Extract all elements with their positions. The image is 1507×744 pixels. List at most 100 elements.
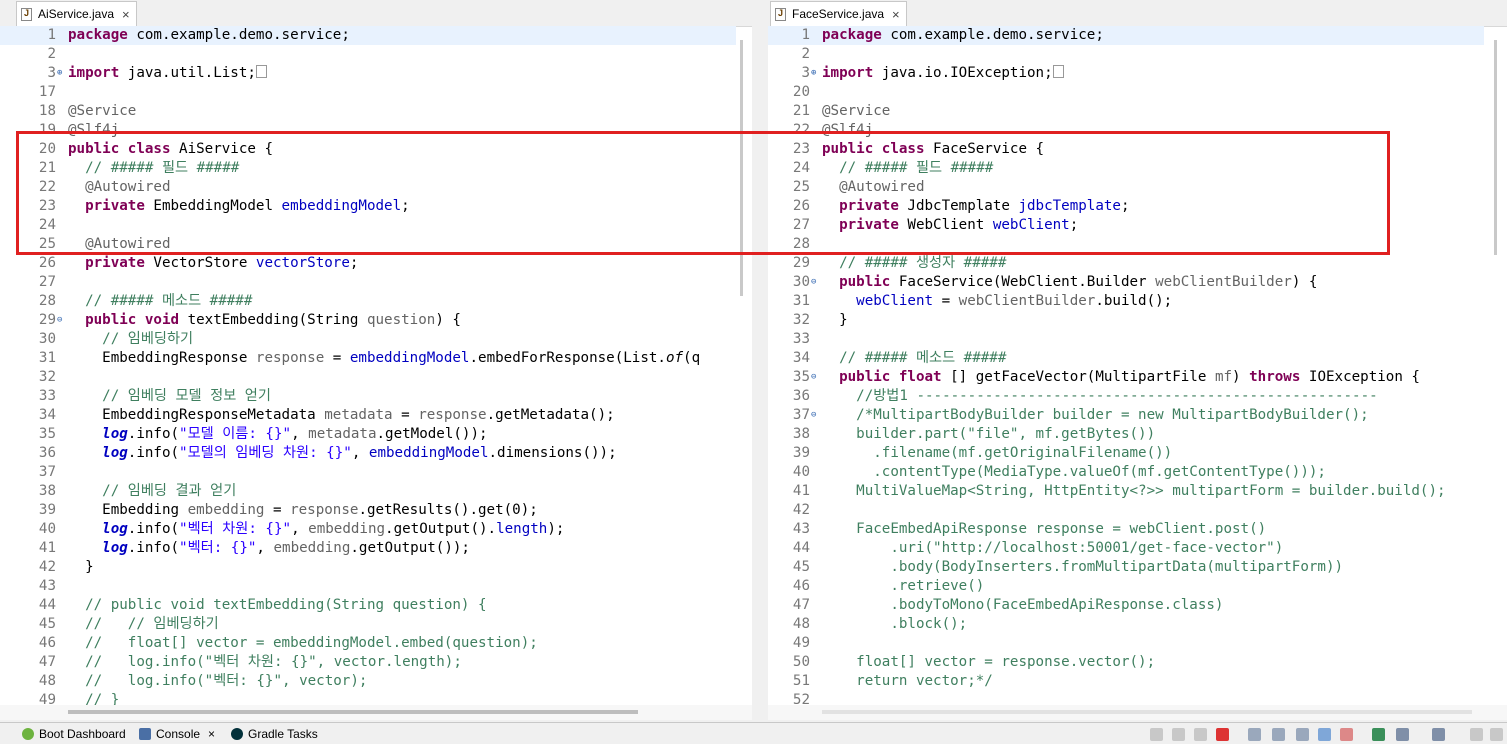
code-line[interactable]: 21 @Service [768,102,1484,121]
close-icon[interactable]: × [892,7,900,22]
code-line[interactable]: 49 [768,634,1484,653]
code-line[interactable]: 34 EmbeddingResponseMetadata metadata = … [0,406,736,425]
tab-faceservice-java[interactable]: FaceService.java × [770,1,907,26]
collapse-fold-icon[interactable]: ⊖ [811,406,816,425]
code-line[interactable]: 48 // log.info("벡터: {}", vector); [0,672,736,691]
code-line[interactable]: 31 EmbeddingResponse response = embeddin… [0,349,736,368]
code-line[interactable]: 29 ⊖ public void textEmbedding(String que… [0,311,736,330]
code-line[interactable]: 1 package com.example.demo.service; [768,26,1484,45]
code-line[interactable]: 25 @Autowired [768,178,1484,197]
expand-fold-icon[interactable]: ⊕ [811,64,816,83]
minimize-icon[interactable] [1470,728,1483,741]
code-line[interactable]: 45 .body(BodyInserters.fromMultipartData… [768,558,1484,577]
code-line[interactable]: 40 .contentType(MediaType.valueOf(mf.get… [768,463,1484,482]
relaunch-icon[interactable] [1150,728,1163,741]
code-line[interactable]: 39 Embedding embedding = response.getRes… [0,501,736,520]
folded-code-icon[interactable] [255,65,267,78]
code-line[interactable]: 40 log.info("벡터 차원: {}", embedding.getOu… [0,520,736,539]
code-line[interactable]: 22 @Slf4j [768,121,1484,140]
collapse-fold-icon[interactable]: ⊖ [811,368,816,387]
left-editor-pane[interactable]: AiService.java × 1 package com.example.de… [0,0,752,720]
remove-all-icon[interactable] [1194,728,1207,741]
open-console-icon[interactable] [1432,728,1445,741]
code-line[interactable]: 20 public class AiService { [0,140,736,159]
pin-console-icon[interactable] [1372,728,1385,741]
code-line[interactable]: 33 // 임베딩 모델 정보 얻기 [0,387,736,406]
vertical-scrollbar[interactable] [1494,40,1497,255]
code-line[interactable]: 23 private EmbeddingModel embeddingModel… [0,197,736,216]
tab-console[interactable]: Console × [139,727,215,741]
code-line[interactable]: 32 } [768,311,1484,330]
code-line[interactable]: 26 private JdbcTemplate jdbcTemplate; [768,197,1484,216]
code-line[interactable]: 18 @Service [0,102,736,121]
close-icon[interactable]: × [208,727,215,741]
code-line[interactable]: 17 [0,83,736,102]
code-line[interactable]: 26 private VectorStore vectorStore; [0,254,736,273]
code-line[interactable]: 2 [768,45,1484,64]
code-line[interactable]: 50 float[] vector = response.vector(); [768,653,1484,672]
clear-console-icon[interactable] [1248,728,1261,741]
word-wrap-icon[interactable] [1296,728,1309,741]
code-line[interactable]: 1 package com.example.demo.service; [0,26,736,45]
code-line[interactable]: 19 @Slf4j [0,121,736,140]
code-line[interactable]: 36 log.info("모델의 임베딩 차원: {}", embeddingM… [0,444,736,463]
scroll-lock-icon[interactable] [1272,728,1285,741]
code-line[interactable]: 38 builder.part("file", mf.getBytes()) [768,425,1484,444]
code-line[interactable]: 24 // ##### 필드 ##### [768,159,1484,178]
code-line[interactable]: 32 [0,368,736,387]
code-line[interactable]: 3 ⊕ import java.io.IOException; [768,64,1484,83]
code-line[interactable]: 48 .block(); [768,615,1484,634]
code-line[interactable]: 20 [768,83,1484,102]
folded-code-icon[interactable] [1052,65,1064,78]
code-line[interactable]: 3 ⊕ import java.util.List; [0,64,736,83]
code-line[interactable]: 44 .uri("http://localhost:50001/get-face… [768,539,1484,558]
code-line[interactable]: 25 @Autowired [0,235,736,254]
vertical-scrollbar[interactable] [740,40,743,296]
code-line[interactable]: 30 ⊖ public FaceService(WebClient.Builder… [768,273,1484,292]
maximize-icon[interactable] [1490,728,1503,741]
show-on-error-icon[interactable] [1340,728,1353,741]
code-line[interactable]: 51 return vector;*/ [768,672,1484,691]
code-line[interactable]: 35 log.info("모델 이름: {}", metadata.getMod… [0,425,736,444]
code-line[interactable]: 30 // 임베딩하기 [0,330,736,349]
code-line[interactable]: 45 // // 임베딩하기 [0,615,736,634]
code-line[interactable]: 44 // public void textEmbedding(String q… [0,596,736,615]
code-line[interactable]: 39 .filename(mf.getOriginalFilename()) [768,444,1484,463]
code-line[interactable]: 34 // ##### 메소드 ##### [768,349,1484,368]
show-on-output-icon[interactable] [1318,728,1331,741]
code-line[interactable]: 46 .retrieve() [768,577,1484,596]
code-line[interactable]: 43 FaceEmbedApiResponse response = webCl… [768,520,1484,539]
code-line[interactable]: 21 // ##### 필드 ##### [0,159,736,178]
code-line[interactable]: 37 ⊖ /*MultipartBodyBuilder builder = new… [768,406,1484,425]
code-line[interactable]: 38 // 임베딩 결과 얻기 [0,482,736,501]
horizontal-scrollbar[interactable] [822,710,1472,714]
code-line[interactable]: 27 [0,273,736,292]
code-line[interactable]: 28 // ##### 메소드 ##### [0,292,736,311]
code-line[interactable]: 42 } [0,558,736,577]
close-icon[interactable]: × [122,7,130,22]
code-line[interactable]: 41 MultiValueMap<String, HttpEntity<?>> … [768,482,1484,501]
code-line[interactable]: 43 [0,577,736,596]
display-console-icon[interactable] [1396,728,1409,741]
code-line[interactable]: 22 @Autowired [0,178,736,197]
tab-gradle-tasks[interactable]: Gradle Tasks [231,727,318,741]
remove-launch-icon[interactable] [1172,728,1185,741]
collapse-fold-icon[interactable]: ⊖ [57,311,62,330]
code-line[interactable]: 35 ⊖ public float [] getFaceVector(Multip… [768,368,1484,387]
code-line[interactable]: 28 [768,235,1484,254]
code-line[interactable]: 27 private WebClient webClient; [768,216,1484,235]
code-line[interactable]: 2 [0,45,736,64]
code-line[interactable]: 23 public class FaceService { [768,140,1484,159]
collapse-fold-icon[interactable]: ⊖ [811,273,816,292]
code-line[interactable]: 31 webClient = webClientBuilder.build(); [768,292,1484,311]
code-line[interactable]: 41 log.info("벡터: {}", embedding.getOutpu… [0,539,736,558]
tab-aiservice-java[interactable]: AiService.java × [16,1,137,26]
terminate-icon[interactable] [1216,728,1229,741]
expand-fold-icon[interactable]: ⊕ [57,64,62,83]
code-line[interactable]: 24 [0,216,736,235]
code-line[interactable]: 36 //방법1 -------------------------------… [768,387,1484,406]
tab-boot-dashboard[interactable]: Boot Dashboard [22,727,126,741]
code-line[interactable]: 37 [0,463,736,482]
code-line[interactable]: 33 [768,330,1484,349]
code-line[interactable]: 47 .bodyToMono(FaceEmbedApiResponse.clas… [768,596,1484,615]
